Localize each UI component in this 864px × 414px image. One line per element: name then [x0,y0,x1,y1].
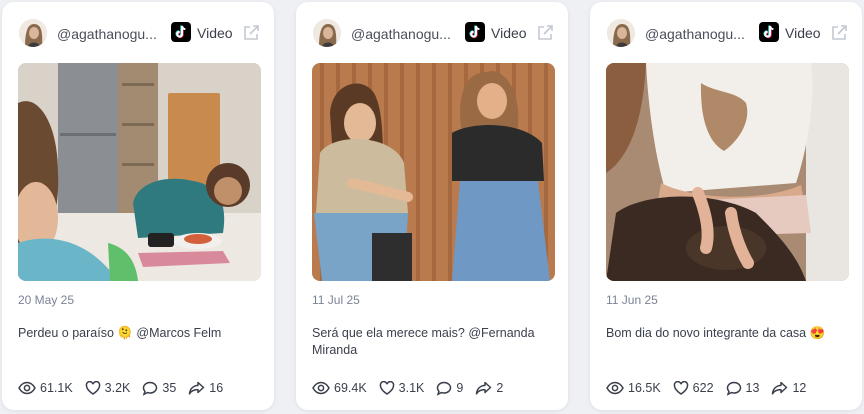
views-count: 61.1K [40,381,73,395]
heart-icon [673,381,688,395]
share-icon [189,381,205,395]
likes-stat: 3.1K [379,381,425,395]
likes-stat: 622 [673,381,714,395]
shares-count: 12 [792,381,807,395]
comments-count: 35 [162,381,177,395]
likes-count: 622 [692,381,714,395]
shares-count: 16 [209,381,224,395]
post-card[interactable]: @agathanogu... Video 11 Jun 25 Bom dia d… [590,2,862,410]
eye-icon [606,381,624,395]
tiktok-icon [171,22,191,42]
views-stat: 16.5K [606,381,661,395]
post-date: 20 May 25 [18,293,75,307]
post-date: 11 Jun 25 [606,293,658,307]
comments-stat: 9 [436,381,463,396]
external-link-icon[interactable] [242,24,260,42]
comment-icon [437,381,452,396]
likes-count: 3.2K [104,381,131,395]
post-type-label: Video [491,25,527,41]
avatar[interactable] [607,19,635,47]
post-type-label: Video [785,25,821,41]
card-header: @agathanogu... Video [296,19,568,51]
card-header: @agathanogu... Video [2,19,274,51]
share-icon [772,381,788,395]
video-thumbnail[interactable] [18,63,261,281]
post-caption: Perdeu o paraíso 🫠 @Marcos Felm [18,326,222,340]
share-icon [476,381,492,395]
views-count: 16.5K [628,381,661,395]
comments-count: 9 [456,381,464,395]
comments-count: 13 [745,381,760,395]
account-handle[interactable]: @agathanogu... [351,26,454,42]
post-stats: 16.5K 622 13 12 [606,379,851,397]
tiktok-icon [465,22,485,42]
video-thumbnail[interactable] [312,63,555,281]
post-caption: Será que ela merece mais? @Fernanda Mira… [312,326,535,357]
views-count: 69.4K [334,381,367,395]
external-link-icon[interactable] [536,24,554,42]
avatar[interactable] [313,19,341,47]
tiktok-icon [759,22,779,42]
avatar[interactable] [19,19,47,47]
comments-stat: 13 [726,381,760,396]
comments-stat: 35 [142,381,176,396]
likes-count: 3.1K [398,381,425,395]
heart-icon [379,381,394,395]
video-thumbnail[interactable] [606,63,849,281]
views-stat: 61.1K [18,381,73,395]
comment-icon [143,381,158,396]
post-stats: 69.4K 3.1K 9 2 [312,379,557,397]
shares-stat: 16 [188,381,223,395]
eye-icon [312,381,330,395]
post-date: 11 Jul 25 [312,293,360,307]
views-stat: 69.4K [312,381,367,395]
eye-icon [18,381,36,395]
post-card[interactable]: @agathanogu... Video [2,2,274,410]
comment-icon [726,381,741,396]
shares-stat: 12 [771,381,806,395]
post-type-label: Video [197,25,233,41]
external-link-icon[interactable] [830,24,848,42]
post-card[interactable]: @agathanogu... Video [296,2,568,410]
shares-stat: 2 [475,381,503,395]
post-caption: Bom dia do novo integrante da casa 😍 [606,326,826,340]
shares-count: 2 [496,381,504,395]
likes-stat: 3.2K [85,381,131,395]
heart-icon [85,381,100,395]
account-handle[interactable]: @agathanogu... [645,26,748,42]
account-handle[interactable]: @agathanogu... [57,26,160,42]
card-header: @agathanogu... Video [590,19,862,51]
post-stats: 61.1K 3.2K 35 16 [18,379,263,397]
